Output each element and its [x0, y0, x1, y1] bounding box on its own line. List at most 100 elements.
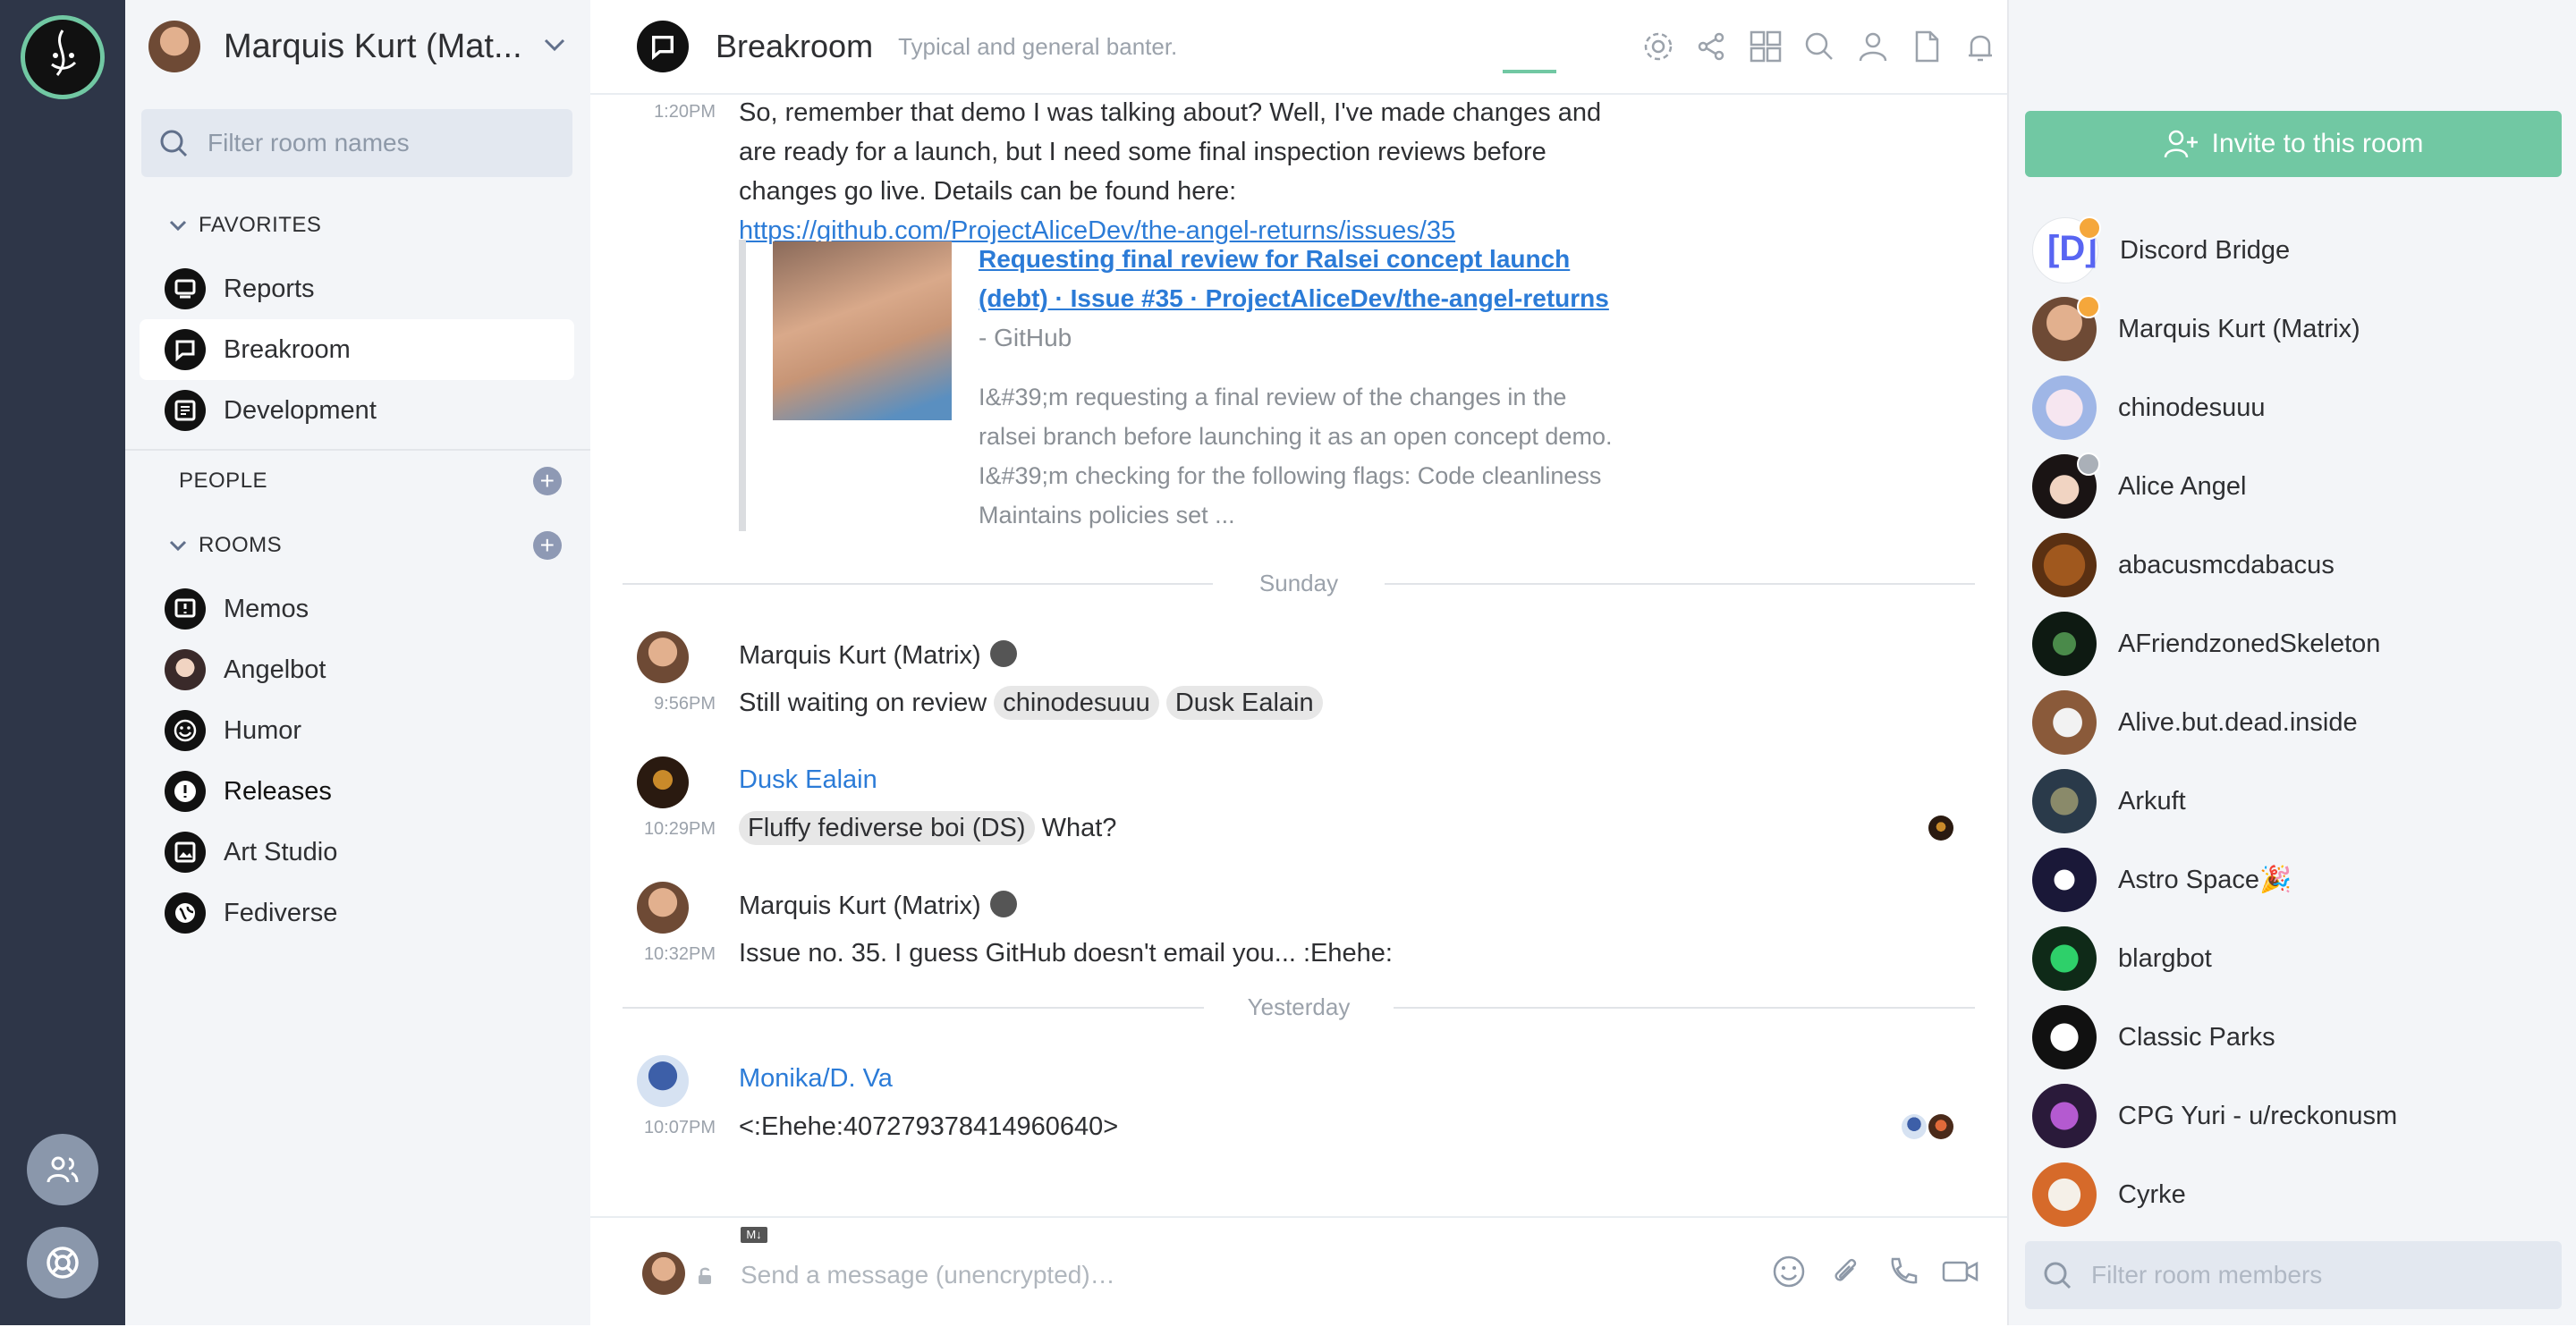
member-item[interactable]: Alive.but.dead.inside — [2032, 687, 2569, 758]
room-item-art-studio[interactable]: Art Studio — [140, 822, 574, 883]
room-item-development[interactable]: Development — [140, 380, 574, 441]
markdown-badge[interactable]: M↓ — [741, 1227, 767, 1243]
preview-title-link[interactable]: Requesting final review for Ralsei conce… — [979, 245, 1609, 312]
video-call-icon[interactable] — [1941, 1252, 1980, 1291]
room-item-breakroom[interactable]: Breakroom — [140, 319, 574, 380]
voice-call-icon[interactable] — [1884, 1252, 1923, 1291]
favorites-label: FAVORITES — [199, 213, 322, 237]
member-item[interactable]: blargbot — [2032, 923, 2569, 994]
favorites-section-header[interactable]: FAVORITES — [125, 199, 590, 252]
room-item-memos[interactable]: Memos — [140, 579, 574, 639]
member-filter-input[interactable] — [2089, 1260, 2558, 1290]
avatar — [2032, 769, 2097, 833]
image-icon — [165, 832, 206, 873]
room-label: Humor — [224, 715, 302, 745]
room-label: Memos — [224, 594, 309, 623]
room-item-reports[interactable]: Reports — [140, 258, 574, 319]
preview-thumbnail[interactable] — [773, 241, 952, 420]
room-view: Breakroom Typical and general banter. 1:… — [590, 0, 2007, 1325]
room-item-humor[interactable]: Humor — [140, 700, 574, 761]
search-icon[interactable] — [1792, 20, 1846, 73]
smiley-icon — [165, 710, 206, 751]
room-item-angelbot[interactable]: Angelbot — [140, 639, 574, 700]
invite-button[interactable]: Invite to this room — [2025, 111, 2562, 177]
member-item[interactable]: Alice Angel — [2032, 451, 2569, 522]
rooms-section-header[interactable]: ROOMS + — [125, 519, 590, 572]
room-item-releases[interactable]: Releases — [140, 761, 574, 822]
room-item-fediverse[interactable]: Fediverse — [140, 883, 574, 943]
sender-name[interactable]: Marquis Kurt (Matrix) — [739, 891, 1017, 921]
start-chat-button[interactable] — [27, 1134, 98, 1205]
member-name: Alive.but.dead.inside — [2118, 707, 2358, 737]
avatar — [642, 1252, 685, 1295]
message-timeline[interactable]: 1:20PM So, remember that demo I was talk… — [590, 93, 2007, 1216]
message-input[interactable] — [739, 1252, 1637, 1298]
status-icon — [989, 891, 1017, 917]
member-item[interactable]: CPG Yuri - u/reckonusm — [2032, 1080, 2569, 1152]
emoji-icon[interactable] — [1769, 1252, 1809, 1291]
member-item[interactable]: Classic Parks — [2032, 1002, 2569, 1073]
explore-rooms-button[interactable] — [27, 1227, 98, 1298]
share-icon[interactable] — [1685, 20, 1739, 73]
member-filter[interactable] — [2025, 1241, 2562, 1309]
member-item[interactable]: abacusmcdabacus — [2032, 529, 2569, 601]
read-receipt-avatar[interactable] — [1928, 816, 1953, 841]
user-menu[interactable]: Marquis Kurt (Mat... — [125, 0, 590, 93]
member-item[interactable]: AFriendzonedSkeleton — [2032, 608, 2569, 680]
timestamp: 10:07PM — [643, 1118, 716, 1137]
power-level-badge — [2077, 295, 2100, 318]
lifebuoy-icon — [47, 1247, 79, 1279]
members-person-icon[interactable] — [1846, 20, 1900, 73]
avatar — [2032, 926, 2097, 991]
member-name: CPG Yuri - u/reckonusm — [2118, 1101, 2398, 1130]
read-receipt-avatar[interactable] — [1928, 1114, 1953, 1139]
chevron-down-icon[interactable] — [542, 32, 567, 57]
member-item[interactable]: Cyrke — [2032, 1159, 2569, 1230]
files-icon[interactable] — [1900, 20, 1953, 73]
add-user-icon — [2164, 130, 2198, 158]
sender-name[interactable]: Dusk Ealain — [739, 765, 877, 795]
avatar[interactable] — [637, 882, 689, 934]
settings-gear-icon[interactable] — [1631, 20, 1685, 73]
add-person-button[interactable]: + — [533, 467, 562, 495]
avatar[interactable] — [637, 756, 689, 808]
member-list-panel: Invite to this room [D] Discord Bridge M… — [2007, 0, 2576, 1325]
member-item[interactable]: Astro Space🎉 — [2032, 844, 2569, 916]
composer-actions — [1769, 1252, 1980, 1291]
member-item[interactable]: [D] Discord Bridge — [2032, 215, 2569, 286]
chat-bubble-icon — [165, 329, 206, 370]
app-logo-icon — [51, 30, 77, 76]
user-pill[interactable]: Fluffy fediverse boi (DS) — [739, 811, 1035, 845]
avatar[interactable] — [637, 1055, 689, 1107]
preview-title: Requesting final review for Ralsei conce… — [979, 240, 1623, 358]
member-name: blargbot — [2118, 943, 2212, 973]
notifications-bell-icon[interactable] — [1953, 20, 2007, 73]
member-name: Arkuft — [2118, 786, 2186, 816]
unlocked-icon — [699, 1267, 711, 1284]
attachment-icon[interactable] — [1826, 1252, 1866, 1291]
message-body: Still waiting on review chinodesuuu Dusk… — [739, 683, 1323, 723]
rooms-label: ROOMS — [199, 533, 283, 557]
user-pill[interactable]: chinodesuuu — [994, 686, 1159, 720]
room-filter-input[interactable] — [206, 128, 549, 158]
sender-name[interactable]: Monika/D. Va — [739, 1064, 893, 1094]
member-item[interactable]: chinodesuuu — [2032, 372, 2569, 444]
avatar[interactable] — [637, 631, 689, 683]
room-label: Releases — [224, 776, 332, 806]
avatar — [2032, 1162, 2097, 1227]
apps-grid-icon[interactable] — [1739, 20, 1792, 73]
user-pill[interactable]: Dusk Ealain — [1165, 686, 1323, 720]
sender-name[interactable]: Marquis Kurt (Matrix) — [739, 640, 1017, 671]
home-logo-button[interactable] — [21, 15, 105, 99]
room-label: Fediverse — [224, 898, 338, 927]
member-item[interactable]: Marquis Kurt (Matrix) — [2032, 293, 2569, 365]
people-section-header[interactable]: PEOPLE + — [125, 454, 590, 508]
message-body: Issue no. 35. I guess GitHub doesn't ema… — [739, 939, 1393, 968]
room-filter[interactable] — [141, 109, 572, 177]
read-receipt-avatar[interactable] — [1902, 1114, 1927, 1139]
room-name[interactable]: Breakroom — [716, 28, 873, 65]
member-item[interactable]: Arkuft — [2032, 765, 2569, 837]
member-name: chinodesuuu — [2118, 393, 2266, 422]
member-name: Discord Bridge — [2120, 235, 2291, 265]
add-room-button[interactable]: + — [533, 531, 562, 560]
